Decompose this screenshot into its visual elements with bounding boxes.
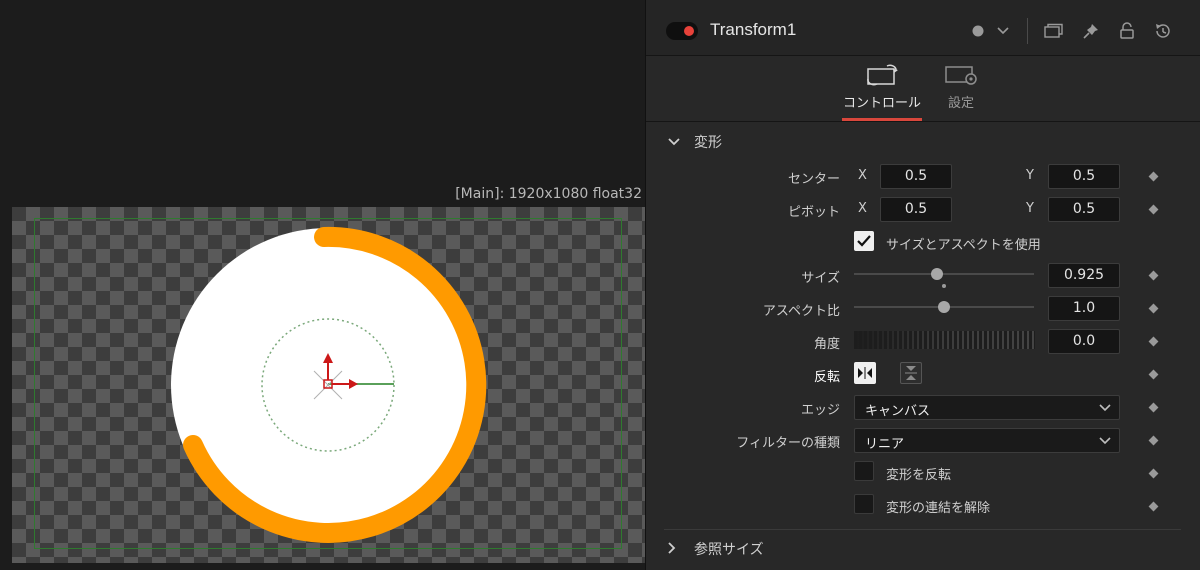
center-x-field[interactable]: 0.5 bbox=[880, 164, 952, 189]
section-transform-header[interactable]: 変形 bbox=[668, 132, 722, 152]
invert-transform-label: 変形を反転 bbox=[886, 468, 952, 483]
flip-horizontal-icon bbox=[858, 367, 872, 379]
center-y-field[interactable]: 0.5 bbox=[1048, 164, 1120, 189]
size-slider-track[interactable] bbox=[854, 273, 1034, 275]
flatten-transform-keyframe-icon[interactable] bbox=[1149, 502, 1159, 512]
filter-label: フィルターの種類 bbox=[736, 436, 840, 451]
angle-keyframe-icon[interactable] bbox=[1149, 337, 1159, 347]
filter-dropdown[interactable]: リニア bbox=[854, 428, 1120, 453]
inspector-panel: Transform1 コントロール 設定 変形 センター X 0.5 Y 0.5… bbox=[645, 0, 1200, 570]
filter-dropdown-value: リニア bbox=[865, 437, 905, 452]
inspector-tabs: コントロール 設定 bbox=[646, 56, 1200, 122]
viewer-canvas[interactable] bbox=[12, 207, 645, 563]
chevron-down-icon bbox=[1099, 437, 1111, 445]
filter-keyframe-icon[interactable] bbox=[1149, 436, 1159, 446]
pivot-x-axis-label: X bbox=[858, 201, 867, 216]
center-y-axis-label: Y bbox=[1026, 168, 1034, 183]
section-transform-title: 変形 bbox=[694, 135, 722, 151]
flip-label: 反転 bbox=[813, 370, 840, 385]
header-divider bbox=[1027, 18, 1028, 44]
tab-controls[interactable]: コントロール bbox=[842, 64, 922, 111]
tab-settings[interactable]: 設定 bbox=[936, 64, 986, 111]
invert-transform-checkbox[interactable] bbox=[854, 461, 874, 481]
node-windows-icon[interactable] bbox=[1043, 20, 1065, 42]
flatten-transform-checkbox[interactable] bbox=[854, 494, 874, 514]
pivot-label: ピボット bbox=[787, 205, 840, 220]
use-size-aspect-label: サイズとアスペクトを使用 bbox=[886, 238, 1041, 253]
tab-settings-label: 設定 bbox=[947, 96, 974, 111]
invert-transform-keyframe-icon[interactable] bbox=[1149, 469, 1159, 479]
edges-keyframe-icon[interactable] bbox=[1149, 403, 1159, 413]
pivot-y-axis-label: Y bbox=[1026, 201, 1034, 216]
node-title: Transform1 bbox=[710, 20, 797, 39]
pin-icon[interactable] bbox=[1080, 20, 1102, 42]
chevron-right-icon bbox=[668, 541, 682, 557]
edges-dropdown[interactable]: キャンバス bbox=[854, 395, 1120, 420]
flip-vertical-icon bbox=[905, 366, 917, 380]
checkmark-icon bbox=[857, 235, 871, 247]
active-tab-indicator bbox=[842, 118, 922, 121]
canvas-overlay bbox=[171, 226, 487, 543]
pivot-keyframe-icon[interactable] bbox=[1149, 205, 1159, 215]
resolution-label: [Main]: 1920x1080 float32 bbox=[455, 186, 642, 202]
reset-icon[interactable] bbox=[1152, 20, 1174, 42]
chevron-down-icon bbox=[668, 135, 682, 149]
angle-field[interactable]: 0.0 bbox=[1048, 329, 1120, 354]
transform-tab-icon bbox=[867, 64, 898, 86]
chevron-down-icon[interactable] bbox=[995, 20, 1011, 42]
aspect-keyframe-icon[interactable] bbox=[1149, 304, 1159, 314]
size-keyframe-icon[interactable] bbox=[1149, 271, 1159, 281]
chevron-down-icon bbox=[1099, 404, 1111, 412]
section-divider bbox=[664, 529, 1181, 530]
inspector-header: Transform1 bbox=[646, 0, 1200, 56]
size-slider-knob[interactable] bbox=[930, 268, 943, 280]
center-keyframe-icon[interactable] bbox=[1149, 172, 1159, 182]
viewer-panel[interactable]: [Main]: 1920x1080 float32 bbox=[0, 0, 645, 570]
center-x-axis-label: X bbox=[858, 168, 867, 183]
flatten-transform-label: 変形の連結を解除 bbox=[886, 501, 991, 516]
flip-vertical-button[interactable] bbox=[900, 362, 922, 384]
aspect-field[interactable]: 1.0 bbox=[1048, 296, 1120, 321]
aspect-slider-knob[interactable] bbox=[938, 301, 950, 313]
node-enable-toggle[interactable] bbox=[666, 22, 698, 40]
angle-label: 角度 bbox=[813, 337, 840, 352]
aspect-label: アスペクト比 bbox=[762, 304, 840, 319]
section-reference-size-title: 参照サイズ bbox=[694, 542, 764, 558]
center-label: センター bbox=[787, 172, 840, 187]
pivot-x-field[interactable]: 0.5 bbox=[880, 197, 952, 222]
use-size-aspect-checkbox[interactable] bbox=[854, 231, 874, 251]
flip-keyframe-icon[interactable] bbox=[1149, 370, 1159, 380]
lock-icon[interactable] bbox=[1116, 20, 1138, 42]
size-field[interactable]: 0.925 bbox=[1048, 263, 1120, 288]
edges-dropdown-value: キャンバス bbox=[865, 404, 931, 419]
size-default-marker bbox=[942, 284, 946, 288]
angle-thumbwheel[interactable] bbox=[854, 331, 1035, 349]
app-root: [Main]: 1920x1080 float32 Transform1 コント… bbox=[0, 0, 1200, 570]
tab-controls-label: コントロール bbox=[842, 96, 921, 111]
section-reference-size-header[interactable]: 参照サイズ bbox=[668, 539, 764, 559]
edges-label: エッジ bbox=[800, 403, 840, 418]
size-label: サイズ bbox=[801, 271, 840, 286]
version-dot-icon[interactable] bbox=[971, 20, 985, 42]
pivot-y-field[interactable]: 0.5 bbox=[1048, 197, 1120, 222]
flip-horizontal-button[interactable] bbox=[854, 362, 876, 384]
toggle-indicator bbox=[684, 26, 694, 36]
settings-tab-icon bbox=[945, 66, 977, 85]
